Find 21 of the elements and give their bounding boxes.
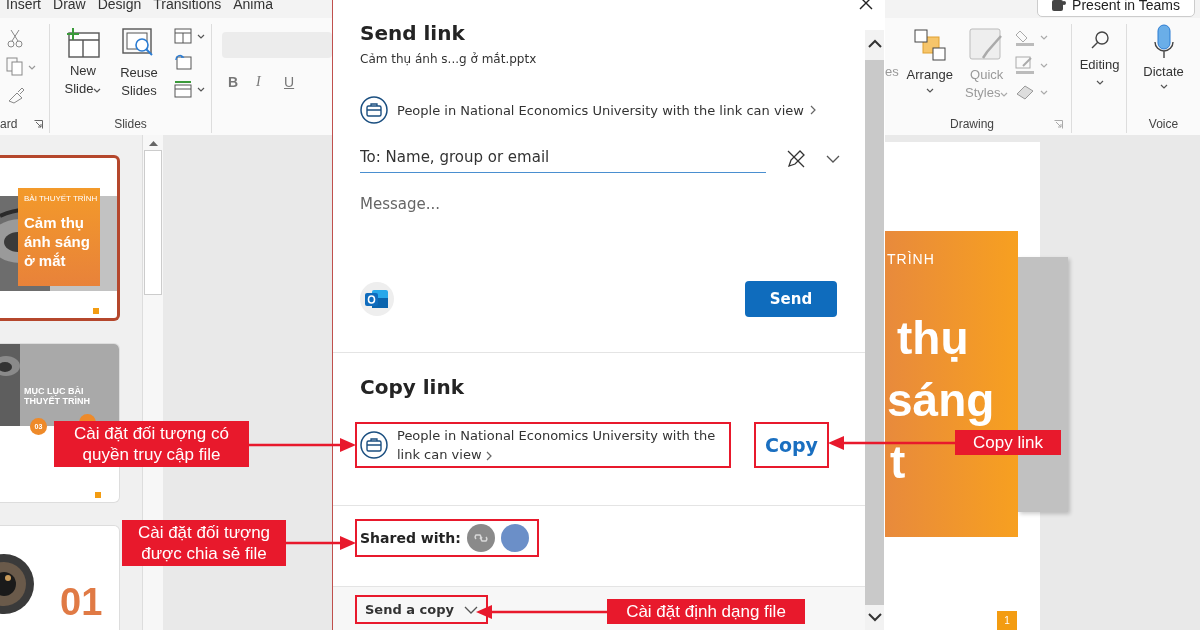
group-label: Voice [1148, 117, 1179, 131]
file-name: Cảm thụ ánh s...g ở mắt.pptx [360, 52, 538, 66]
callout-tooltip: Cài đặt định dạng file [607, 599, 805, 624]
shared-with-label: Shared with: [360, 530, 461, 546]
callout-tooltip: Cài đặt đối tượng được chia sẻ file [122, 520, 286, 566]
slide-title: Cảm thụ ánh sáng ở mắt [24, 213, 91, 270]
section-title: Copy link [360, 374, 465, 400]
callout-tooltip: Copy link [955, 430, 1061, 455]
section-number: 01 [60, 582, 103, 622]
group-label: Drawing [950, 117, 994, 131]
ribbon-label: es [885, 64, 899, 81]
dialog-title: Send link [360, 20, 466, 46]
group-label: ard [0, 117, 18, 131]
slide-title: t [890, 435, 906, 490]
callout-tooltip: Cài đặt đối tượng có quyền truy cập file [54, 421, 249, 467]
page-number: 1 [997, 611, 1017, 630]
group-label: Slides [114, 117, 147, 131]
slide-title: MỤC LỤC BÀI THUYẾT TRÌNH [24, 386, 91, 406]
slide-overline: TRÌNH [887, 251, 936, 267]
slide-title: thụ [897, 311, 969, 366]
slide-title: sáng [887, 373, 995, 428]
